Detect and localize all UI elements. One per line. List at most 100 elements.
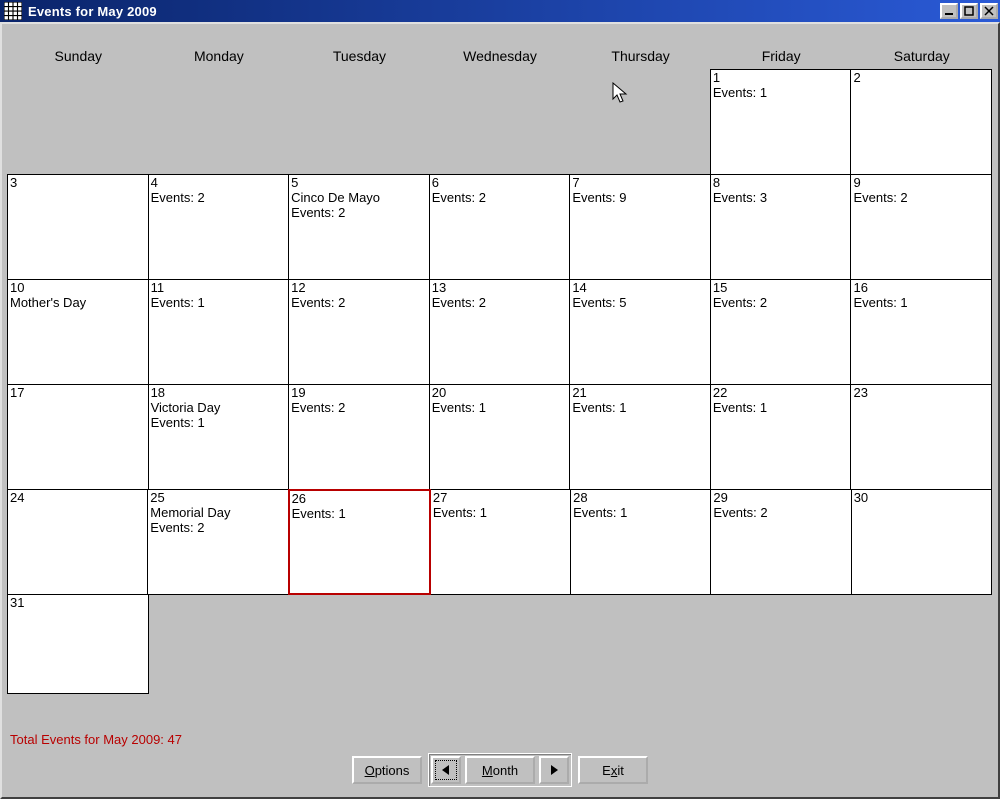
- calendar-cell-empty: [569, 69, 711, 175]
- day-number: 24: [10, 490, 145, 505]
- calendar-cell-empty: [7, 69, 149, 175]
- calendar-cell[interactable]: 7Events: 9: [569, 174, 711, 280]
- day-number: 31: [10, 595, 146, 610]
- events-count: Events: 1: [573, 505, 708, 520]
- day-number: 13: [432, 280, 568, 295]
- options-button[interactable]: Options: [352, 756, 422, 784]
- events-count: Events: 2: [291, 295, 427, 310]
- events-total: Total Events for May 2009: 47: [10, 732, 182, 747]
- calendar-row: 10Mother's Day11Events: 112Events: 213Ev…: [8, 280, 992, 385]
- day-number: 28: [573, 490, 708, 505]
- day-number: 29: [713, 490, 848, 505]
- prev-month-button[interactable]: [431, 756, 461, 784]
- calendar-cell[interactable]: 24: [7, 489, 148, 595]
- exit-button-label: it: [617, 763, 624, 778]
- triangle-left-icon: [441, 763, 451, 778]
- month-button[interactable]: Month: [465, 756, 535, 784]
- day-number: 10: [10, 280, 146, 295]
- calendar-cell[interactable]: 10Mother's Day: [7, 279, 149, 385]
- calendar-cell[interactable]: 16Events: 1: [850, 279, 992, 385]
- holiday-label: Mother's Day: [10, 295, 146, 310]
- day-number: 23: [853, 385, 989, 400]
- calendar-cell[interactable]: 12Events: 2: [288, 279, 430, 385]
- calendar-cell[interactable]: 8Events: 3: [710, 174, 852, 280]
- calendar-cell[interactable]: 4Events: 2: [148, 174, 290, 280]
- calendar-cell-empty: [288, 594, 430, 694]
- options-button-label-mn: O: [365, 763, 375, 778]
- day-number: 9: [853, 175, 989, 190]
- calendar-cell-empty: [569, 594, 711, 694]
- calendar-row: 1Events: 12: [8, 70, 992, 175]
- day-number: 30: [854, 490, 989, 505]
- month-button-label: onth: [493, 763, 518, 778]
- calendar-cell[interactable]: 6Events: 2: [429, 174, 571, 280]
- day-number: 8: [713, 175, 849, 190]
- maximize-button[interactable]: [960, 3, 978, 19]
- button-row: Options Month Exit: [2, 753, 998, 787]
- events-count: Events: 1: [151, 295, 287, 310]
- day-number: 16: [853, 280, 989, 295]
- events-count: Events: 2: [853, 190, 989, 205]
- calendar-row: 34Events: 25Cinco De MayoEvents: 26Event…: [8, 175, 992, 280]
- calendar-cell[interactable]: 20Events: 1: [429, 384, 571, 490]
- calendar-cell[interactable]: 14Events: 5: [569, 279, 711, 385]
- calendar-cell[interactable]: 17: [7, 384, 149, 490]
- calendar-cell[interactable]: 29Events: 2: [710, 489, 851, 595]
- holiday-label: Victoria Day: [151, 400, 287, 415]
- day-number: 15: [713, 280, 849, 295]
- calendar-cell[interactable]: 15Events: 2: [710, 279, 852, 385]
- holiday-label: Cinco De Mayo: [291, 190, 427, 205]
- events-count: Events: 1: [433, 505, 568, 520]
- month-nav-group: Month: [428, 753, 572, 787]
- calendar-cell-empty: [850, 594, 992, 694]
- exit-button-label-pre: E: [602, 763, 611, 778]
- events-count: Events: 2: [713, 505, 848, 520]
- calendar-cell-empty: [429, 594, 571, 694]
- calendar-row: 31: [8, 595, 992, 694]
- day-number: 6: [432, 175, 568, 190]
- calendar-cell[interactable]: 19Events: 2: [288, 384, 430, 490]
- calendar-cell[interactable]: 13Events: 2: [429, 279, 571, 385]
- calendar-cell[interactable]: 25Memorial DayEvents: 2: [147, 489, 288, 595]
- month-button-label-mn: M: [482, 763, 493, 778]
- events-count: Events: 2: [291, 400, 427, 415]
- events-count: Events: 1: [572, 400, 708, 415]
- calendar-cell[interactable]: 23: [850, 384, 992, 490]
- calendar-cell-empty: [148, 594, 290, 694]
- calendar-cell[interactable]: 31: [7, 594, 149, 694]
- calendar-cell[interactable]: 22Events: 1: [710, 384, 852, 490]
- calendar-cell[interactable]: 30: [851, 489, 992, 595]
- day-number: 5: [291, 175, 427, 190]
- calendar-cell[interactable]: 5Cinco De MayoEvents: 2: [288, 174, 430, 280]
- calendar-cell[interactable]: 18Victoria DayEvents: 1: [148, 384, 290, 490]
- day-number: 11: [151, 280, 287, 295]
- events-count: Events: 3: [713, 190, 849, 205]
- events-count: Events: 1: [432, 400, 568, 415]
- calendar-cell[interactable]: 28Events: 1: [570, 489, 711, 595]
- minimize-button[interactable]: [940, 3, 958, 19]
- calendar-cell[interactable]: 2: [850, 69, 992, 175]
- calendar-row: 1718Victoria DayEvents: 119Events: 220Ev…: [8, 385, 992, 490]
- calendar-cell-empty: [710, 594, 852, 694]
- holiday-label: Memorial Day: [150, 505, 285, 520]
- close-button[interactable]: [980, 3, 998, 19]
- calendar-cell-empty: [288, 69, 430, 175]
- calendar-cell[interactable]: 1Events: 1: [710, 69, 852, 175]
- day-number: 14: [572, 280, 708, 295]
- window-title: Events for May 2009: [26, 4, 938, 19]
- calendar-cell[interactable]: 26Events: 1: [288, 489, 431, 595]
- exit-button[interactable]: Exit: [578, 756, 648, 784]
- calendar-cell-empty: [429, 69, 571, 175]
- calendar-cell[interactable]: 21Events: 1: [569, 384, 711, 490]
- events-count: Events: 2: [713, 295, 849, 310]
- calendar-cell[interactable]: 9Events: 2: [850, 174, 992, 280]
- triangle-right-icon: [549, 763, 559, 778]
- title-bar: Events for May 2009: [0, 0, 1000, 22]
- calendar-cell-empty: [148, 69, 290, 175]
- calendar-cell[interactable]: 11Events: 1: [148, 279, 290, 385]
- events-count: Events: 2: [151, 190, 287, 205]
- calendar-cell[interactable]: 27Events: 1: [430, 489, 571, 595]
- next-month-button[interactable]: [539, 756, 569, 784]
- events-count: Events: 9: [572, 190, 708, 205]
- calendar-cell[interactable]: 3: [7, 174, 149, 280]
